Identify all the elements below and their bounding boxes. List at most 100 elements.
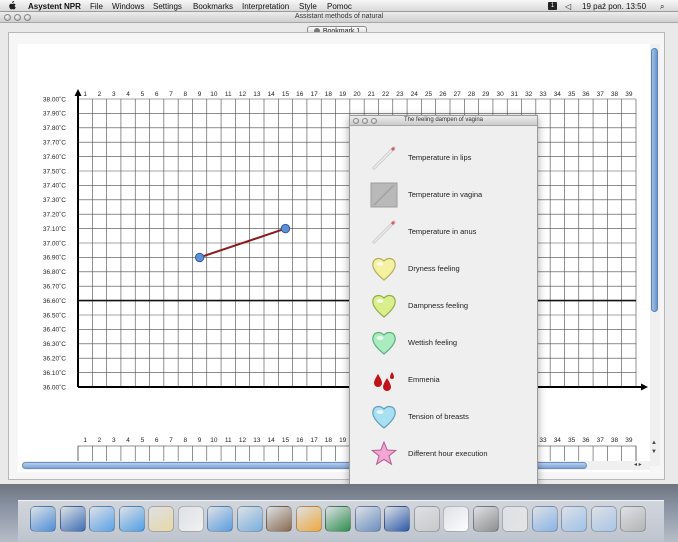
x-tick-label-top: 33 bbox=[539, 91, 547, 98]
palette-item-temperature-anus[interactable]: Temperature in anus bbox=[370, 218, 530, 246]
palette-item-temperature-lips[interactable]: Temperature in lips bbox=[370, 144, 530, 172]
script-editor-icon[interactable] bbox=[472, 506, 499, 532]
folder-icon[interactable] bbox=[531, 506, 558, 532]
x-tick-label-bottom: 6 bbox=[155, 437, 159, 444]
x-tick-label-top: 23 bbox=[396, 91, 404, 98]
y-axis-arrow bbox=[74, 89, 82, 96]
x-tick-label-top: 8 bbox=[183, 91, 187, 98]
x-tick-label-bottom: 39 bbox=[625, 437, 633, 444]
palette-item-emmenia[interactable]: Emmenia bbox=[370, 366, 530, 394]
numbers-icon[interactable] bbox=[325, 506, 351, 532]
palette-item-temperature-vagina[interactable]: Temperature in vagina bbox=[370, 181, 530, 209]
y-tick-label: 37.80˚C bbox=[43, 124, 66, 132]
x-tick-label-bottom: 12 bbox=[239, 437, 247, 444]
screen: Asystent NPR File Windows Settings Bookm… bbox=[0, 0, 678, 542]
ical-icon[interactable] bbox=[177, 506, 204, 532]
y-tick-label: 37.20˚C bbox=[43, 211, 66, 219]
y-tick-label: 36.60˚C bbox=[43, 297, 66, 305]
palette-item-label: Dampness feeling bbox=[408, 301, 469, 310]
palette-item-label: Temperature in lips bbox=[408, 153, 472, 162]
x-tick-label-top: 9 bbox=[198, 91, 202, 98]
y-tick-label: 36.20˚C bbox=[43, 355, 66, 363]
y-tick-label: 37.70˚C bbox=[43, 139, 66, 147]
x-tick-label-bottom: 19 bbox=[339, 437, 347, 444]
vertical-scrollbar[interactable]: ▲ ▼ bbox=[650, 44, 660, 466]
finder-icon[interactable] bbox=[30, 506, 56, 532]
textedit-icon[interactable] bbox=[148, 506, 174, 532]
x-tick-label-top: 28 bbox=[468, 91, 476, 98]
x-tick-label-bottom: 8 bbox=[183, 437, 187, 444]
trash-icon[interactable] bbox=[620, 506, 646, 532]
temperature-data-point bbox=[280, 223, 291, 234]
x-tick-label-top: 20 bbox=[353, 91, 361, 98]
x-tick-label-top: 29 bbox=[482, 91, 490, 98]
palette-item-dryness[interactable]: Dryness feeling bbox=[370, 255, 530, 283]
green-heart-icon bbox=[370, 329, 398, 357]
keynote-icon[interactable] bbox=[295, 506, 322, 532]
x-tick-label-top: 38 bbox=[611, 91, 619, 98]
vertical-scroll-thumb[interactable] bbox=[651, 48, 658, 312]
iphoto-icon[interactable] bbox=[236, 506, 263, 532]
x-tick-label-top: 22 bbox=[382, 91, 390, 98]
y-tick-label: 36.00˚C bbox=[43, 383, 66, 391]
y-tick-label: 37.50˚C bbox=[43, 167, 66, 175]
instruments-icon[interactable] bbox=[413, 506, 440, 532]
x-tick-label-bottom: 14 bbox=[268, 437, 276, 444]
horizontal-scrollbar[interactable] bbox=[22, 461, 650, 470]
x-tick-label-bottom: 1 bbox=[83, 437, 87, 444]
y-tick-label: 36.50˚C bbox=[43, 311, 66, 319]
y-tick-label: 36.80˚C bbox=[43, 268, 66, 276]
x-tick-label-top: 34 bbox=[554, 91, 562, 98]
y-tick-label: 37.30˚C bbox=[43, 196, 66, 204]
x-tick-label-bottom: 7 bbox=[169, 437, 173, 444]
x-tick-label-top: 21 bbox=[368, 91, 376, 98]
x-tick-label-top: 6 bbox=[155, 91, 159, 98]
x-tick-label-top: 36 bbox=[582, 91, 590, 98]
x-tick-label-bottom: 37 bbox=[597, 437, 605, 444]
y-tick-label: 37.90˚C bbox=[43, 110, 66, 118]
x-tick-label-top: 37 bbox=[597, 91, 605, 98]
x-tick-label-top: 25 bbox=[425, 91, 433, 98]
scroll-down-arrow[interactable]: ▼ bbox=[651, 449, 657, 455]
downloads-icon[interactable] bbox=[590, 506, 617, 532]
y-tick-label: 38.00˚C bbox=[43, 95, 66, 103]
x-tick-label-bottom: 34 bbox=[554, 437, 562, 444]
palette-item-different-hour[interactable]: Different hour execution bbox=[370, 440, 530, 468]
x-tick-label-bottom: 35 bbox=[568, 437, 576, 444]
pencil-icon[interactable] bbox=[502, 506, 528, 532]
documents-icon[interactable] bbox=[561, 506, 587, 532]
x-tick-label-top: 11 bbox=[225, 91, 232, 98]
x-tick-label-top: 35 bbox=[568, 91, 576, 98]
iwork-icon[interactable] bbox=[354, 506, 381, 532]
preview-icon[interactable] bbox=[59, 506, 86, 532]
palette-item-tension-breasts[interactable]: Tension of breasts bbox=[370, 403, 530, 431]
itunes-icon[interactable] bbox=[207, 506, 233, 532]
x-tick-label-top: 27 bbox=[454, 91, 462, 98]
palette-item-label: Dryness feeling bbox=[408, 264, 460, 273]
horizontal-scroll-arrows[interactable]: ◂ ▸ bbox=[634, 461, 642, 468]
x-tick-label-bottom: 18 bbox=[325, 437, 333, 444]
gray-square-icon bbox=[370, 181, 398, 209]
x-tick-label-top: 32 bbox=[525, 91, 533, 98]
x-tick-label-bottom: 36 bbox=[582, 437, 590, 444]
palette-item-dampness[interactable]: Dampness feeling bbox=[370, 292, 530, 320]
y-tick-label: 36.70˚C bbox=[43, 283, 66, 291]
x-tick-label-top: 7 bbox=[169, 91, 173, 98]
photo-booth-icon[interactable] bbox=[266, 506, 292, 532]
ichat-icon[interactable] bbox=[118, 506, 145, 532]
y-tick-label: 37.40˚C bbox=[43, 182, 66, 190]
x-tick-label-bottom: 33 bbox=[539, 437, 547, 444]
x-tick-label-bottom: 5 bbox=[141, 437, 145, 444]
yellow-green-heart-icon bbox=[370, 292, 398, 320]
x-tick-label-top: 31 bbox=[511, 91, 519, 98]
x-tick-label-top: 17 bbox=[310, 91, 318, 98]
x-tick-label-top: 12 bbox=[239, 91, 247, 98]
palette-item-wettish[interactable]: Wettish feeling bbox=[370, 329, 530, 357]
x-tick-label-top: 30 bbox=[496, 91, 504, 98]
x-tick-label-top: 5 bbox=[141, 91, 145, 98]
pages-icon[interactable] bbox=[443, 506, 469, 532]
safari-icon[interactable] bbox=[89, 506, 115, 532]
temperature-data-point bbox=[194, 252, 205, 263]
scroll-up-arrow[interactable]: ▲ bbox=[651, 440, 657, 446]
xcode-icon[interactable] bbox=[384, 506, 410, 532]
